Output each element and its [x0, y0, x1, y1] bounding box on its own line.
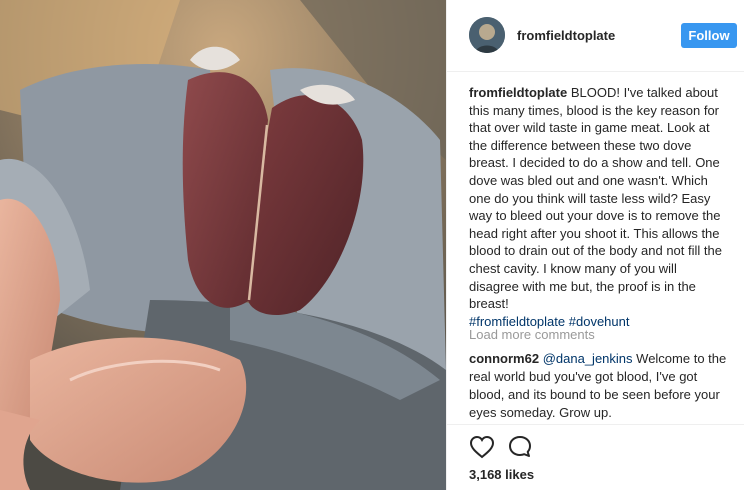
post-photo[interactable]: [0, 0, 446, 490]
comment-username[interactable]: connorm62: [469, 351, 539, 366]
likes-count[interactable]: 3,168 likes: [469, 467, 534, 482]
follow-button[interactable]: Follow: [681, 23, 737, 48]
post-caption: fromfieldtoplate BLOOD! I've talked abou…: [469, 84, 729, 330]
heart-icon[interactable]: [469, 435, 495, 459]
caption-text: BLOOD! I've talked about this many times…: [469, 85, 722, 312]
caption-username[interactable]: fromfieldtoplate: [469, 85, 567, 100]
post-header: fromfieldtoplate Follow: [447, 0, 744, 72]
comment: connorm62 @dana_jenkins Welcome to the r…: [469, 350, 729, 422]
post-sidebar: fromfieldtoplate Follow fromfieldtoplate…: [446, 0, 744, 490]
post-actions: 3,168 likes: [447, 424, 744, 490]
comment-mention[interactable]: @dana_jenkins: [543, 351, 633, 366]
comment-bubble-icon[interactable]: [507, 435, 533, 459]
avatar[interactable]: [469, 17, 505, 53]
dove-breast-photo: [0, 0, 446, 490]
avatar-image: [469, 17, 505, 53]
load-more-comments[interactable]: Load more comments: [469, 327, 595, 342]
instagram-post: fromfieldtoplate Follow fromfieldtoplate…: [0, 0, 744, 490]
username-link[interactable]: fromfieldtoplate: [517, 28, 615, 43]
